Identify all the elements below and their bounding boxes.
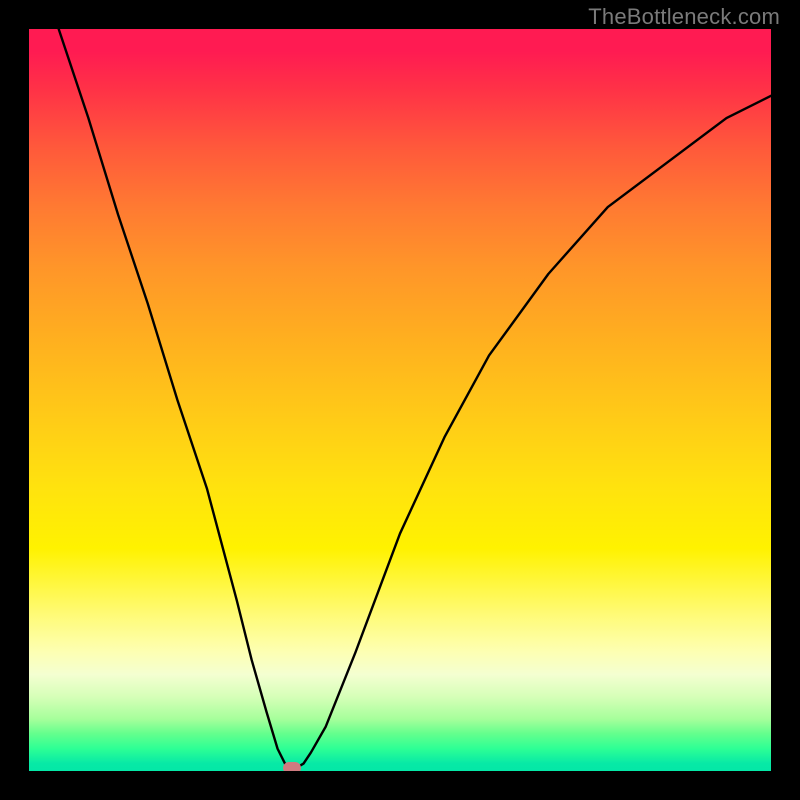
watermark-text: TheBottleneck.com [588,4,780,30]
bottleneck-curve [29,29,771,771]
optimal-marker [283,762,301,771]
plot-area [29,29,771,771]
chart-frame: TheBottleneck.com [0,0,800,800]
